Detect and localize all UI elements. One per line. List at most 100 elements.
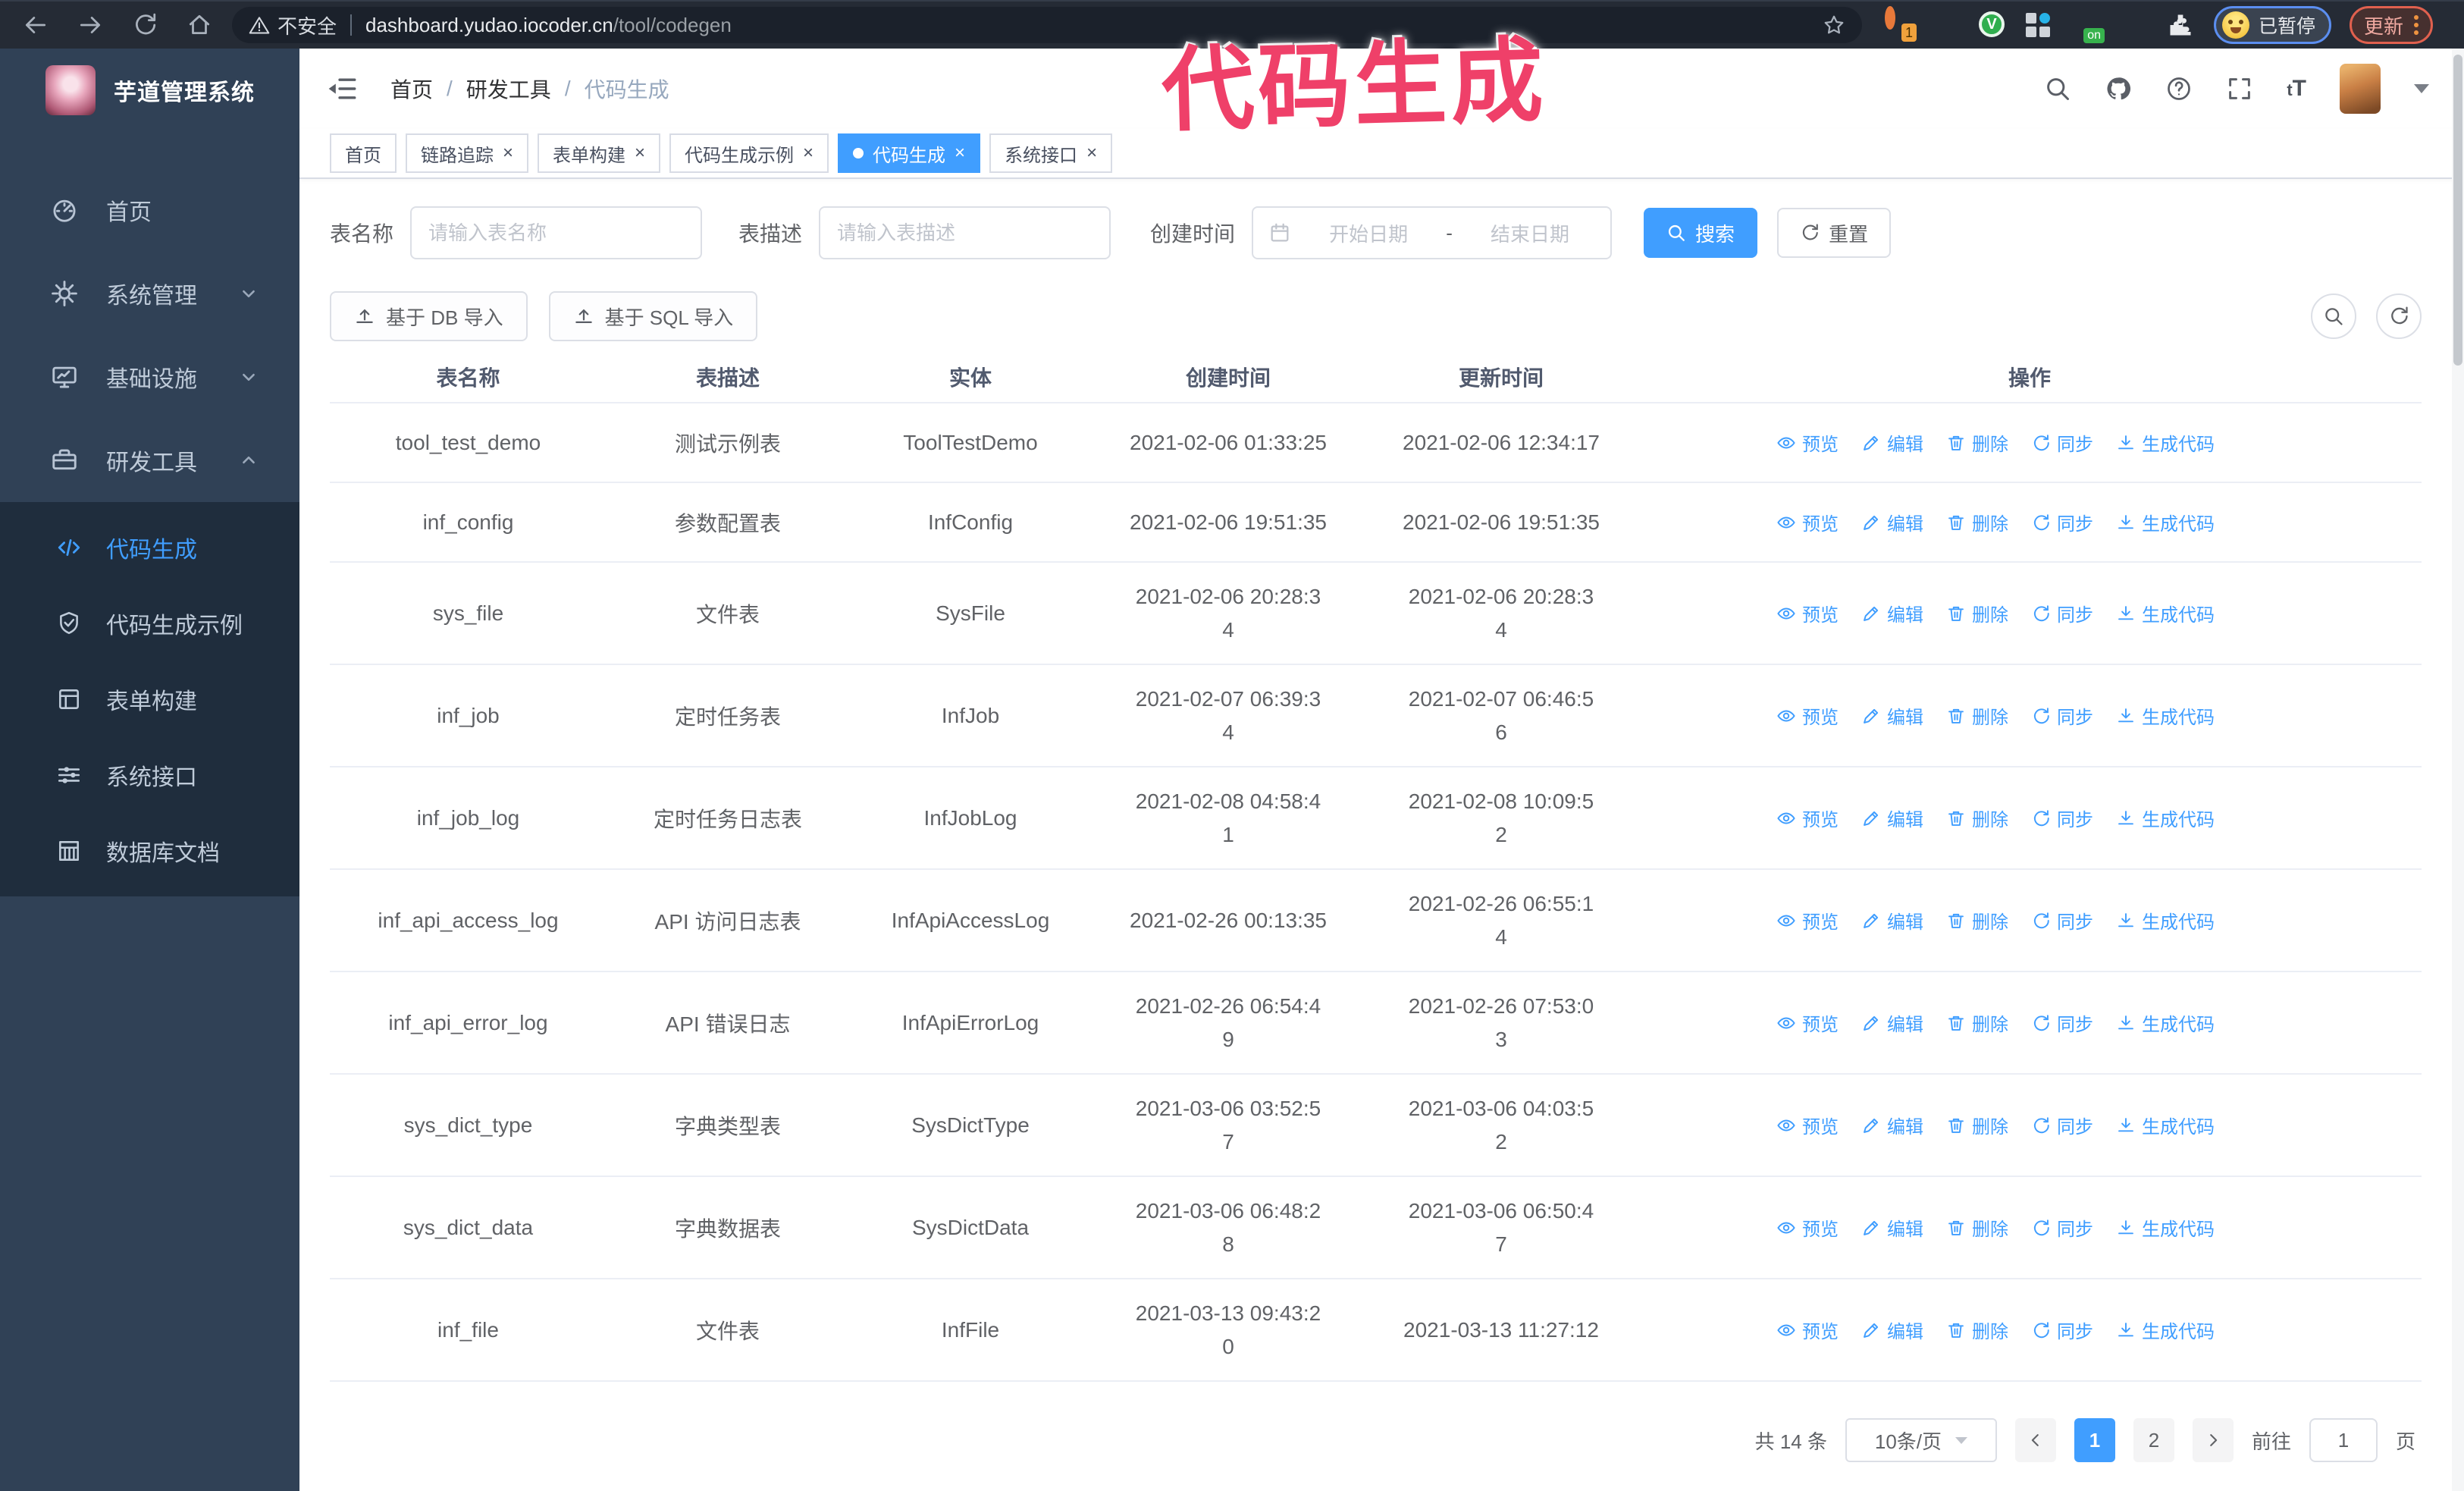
delete-link[interactable]: 删除 <box>1946 509 2008 535</box>
preview-link[interactable]: 预览 <box>1776 907 1839 934</box>
browser-menu-icon[interactable] <box>2414 15 2419 35</box>
extension-icon-blob[interactable] <box>2120 11 2147 39</box>
sidebar-item-codegen[interactable]: 代码生成 <box>0 510 299 585</box>
close-icon[interactable]: × <box>1086 143 1097 164</box>
next-page-button[interactable] <box>2192 1418 2234 1462</box>
user-avatar[interactable] <box>2340 64 2381 114</box>
security-label[interactable]: 不安全 <box>277 11 337 39</box>
edit-link[interactable]: 编辑 <box>1861 600 1923 626</box>
generate-code-link[interactable]: 生成代码 <box>2116 1112 2215 1138</box>
generate-code-link[interactable]: 生成代码 <box>2116 1214 2215 1241</box>
delete-link[interactable]: 删除 <box>1946 1214 2008 1241</box>
avatar-caret-down-icon[interactable] <box>2414 84 2429 93</box>
generate-code-link[interactable]: 生成代码 <box>2116 509 2215 535</box>
tab-system-api[interactable]: 系统接口 × <box>989 133 1113 173</box>
edit-link[interactable]: 编辑 <box>1861 429 1923 456</box>
extension-icon-tampermonkey[interactable]: on <box>2073 11 2105 43</box>
sync-link[interactable]: 同步 <box>2031 805 2093 831</box>
import-sql-button[interactable]: 基于 SQL 导入 <box>548 291 758 341</box>
edit-link[interactable]: 编辑 <box>1861 805 1923 831</box>
edit-link[interactable]: 编辑 <box>1861 1112 1923 1138</box>
search-button[interactable]: 搜索 <box>1644 208 1758 258</box>
sync-link[interactable]: 同步 <box>2031 600 2093 626</box>
search-icon[interactable] <box>2044 75 2071 102</box>
delete-link[interactable]: 删除 <box>1946 600 2008 626</box>
sidebar-item-codegen-example[interactable]: 代码生成示例 <box>0 585 299 661</box>
refresh-button[interactable] <box>2376 293 2422 339</box>
font-size-icon[interactable]: tT <box>2287 76 2306 102</box>
edit-link[interactable]: 编辑 <box>1861 1009 1923 1036</box>
generate-code-link[interactable]: 生成代码 <box>2116 1317 2215 1343</box>
goto-page-input[interactable] <box>2309 1418 2378 1462</box>
address-bar[interactable]: 不安全 dashboard.yudao.iocoder.cn /tool/cod… <box>232 7 1862 43</box>
extension-icon-diamond[interactable] <box>1932 11 1959 39</box>
extension-icon-orange[interactable]: 1 <box>1885 6 1917 42</box>
delete-link[interactable]: 删除 <box>1946 702 2008 729</box>
browser-update-button[interactable]: 更新 <box>2350 6 2434 44</box>
sync-link[interactable]: 同步 <box>2031 1214 2093 1241</box>
close-icon[interactable]: × <box>803 143 813 164</box>
preview-link[interactable]: 预览 <box>1776 600 1839 626</box>
generate-code-link[interactable]: 生成代码 <box>2116 1009 2215 1036</box>
sidebar-item-home[interactable]: 首页 <box>0 168 299 252</box>
sidebar-toggle-icon[interactable] <box>327 73 359 105</box>
page-button-1[interactable]: 1 <box>2074 1418 2115 1462</box>
sync-link[interactable]: 同步 <box>2031 1317 2093 1343</box>
sidebar-item-system[interactable]: 系统管理 <box>0 252 299 335</box>
sidebar-item-infrastructure[interactable]: 基础设施 <box>0 335 299 419</box>
reset-button[interactable]: 重置 <box>1777 208 1892 258</box>
home-icon[interactable] <box>187 12 212 38</box>
sidebar-item-form-builder[interactable]: 表单构建 <box>0 661 299 737</box>
delete-link[interactable]: 删除 <box>1946 907 2008 934</box>
extension-icon-green-v[interactable]: V <box>1979 11 2006 39</box>
page-button-2[interactable]: 2 <box>2133 1418 2174 1462</box>
preview-link[interactable]: 预览 <box>1776 429 1839 456</box>
delete-link[interactable]: 删除 <box>1946 1317 2008 1343</box>
hide-search-button[interactable] <box>2311 293 2356 339</box>
app-logo-row[interactable]: 芋道管理系统 <box>0 49 299 132</box>
github-icon[interactable] <box>2105 75 2132 102</box>
edit-link[interactable]: 编辑 <box>1861 509 1923 535</box>
tab-codegen-example[interactable]: 代码生成示例 × <box>669 133 829 173</box>
generate-code-link[interactable]: 生成代码 <box>2116 429 2215 456</box>
edit-link[interactable]: 编辑 <box>1861 702 1923 729</box>
delete-link[interactable]: 删除 <box>1946 1009 2008 1036</box>
close-icon[interactable]: × <box>635 143 645 164</box>
help-icon[interactable] <box>2165 75 2193 102</box>
sidebar-item-db-doc[interactable]: 数据库文档 <box>0 813 299 889</box>
tab-form-builder[interactable]: 表单构建 × <box>538 133 661 173</box>
preview-link[interactable]: 预览 <box>1776 1214 1839 1241</box>
sync-link[interactable]: 同步 <box>2031 907 2093 934</box>
bookmark-star-icon[interactable] <box>1823 14 1845 36</box>
generate-code-link[interactable]: 生成代码 <box>2116 907 2215 934</box>
browser-profile-badge[interactable]: 已暂停 <box>2214 6 2332 44</box>
import-db-button[interactable]: 基于 DB 导入 <box>330 291 528 341</box>
scrollbar-thumb[interactable] <box>2453 55 2462 366</box>
fullscreen-icon[interactable] <box>2226 75 2253 102</box>
sync-link[interactable]: 同步 <box>2031 509 2093 535</box>
breadcrumb-home[interactable]: 首页 <box>390 74 433 104</box>
preview-link[interactable]: 预览 <box>1776 805 1839 831</box>
reload-icon[interactable] <box>132 12 158 38</box>
sync-link[interactable]: 同步 <box>2031 429 2093 456</box>
close-icon[interactable]: × <box>503 143 513 164</box>
table-desc-input[interactable] <box>819 206 1111 259</box>
close-icon[interactable]: × <box>955 143 965 164</box>
generate-code-link[interactable]: 生成代码 <box>2116 600 2215 626</box>
page-size-select[interactable]: 10条/页 <box>1845 1418 1997 1462</box>
sync-link[interactable]: 同步 <box>2031 1112 2093 1138</box>
prev-page-button[interactable] <box>2014 1418 2056 1462</box>
sync-link[interactable]: 同步 <box>2031 702 2093 729</box>
sidebar-item-dev-tools[interactable]: 研发工具 <box>0 419 299 502</box>
table-name-input[interactable] <box>410 206 703 259</box>
breadcrumb-section[interactable]: 研发工具 <box>466 74 551 104</box>
extensions-puzzle-icon[interactable] <box>2167 11 2194 39</box>
tab-home[interactable]: 首页 <box>330 133 397 173</box>
page-scrollbar[interactable] <box>2452 49 2464 1491</box>
delete-link[interactable]: 删除 <box>1946 1112 2008 1138</box>
extension-icon-grid[interactable] <box>2026 11 2053 39</box>
preview-link[interactable]: 预览 <box>1776 509 1839 535</box>
tab-codegen[interactable]: 代码生成 × <box>838 133 981 173</box>
generate-code-link[interactable]: 生成代码 <box>2116 702 2215 729</box>
preview-link[interactable]: 预览 <box>1776 1112 1839 1138</box>
